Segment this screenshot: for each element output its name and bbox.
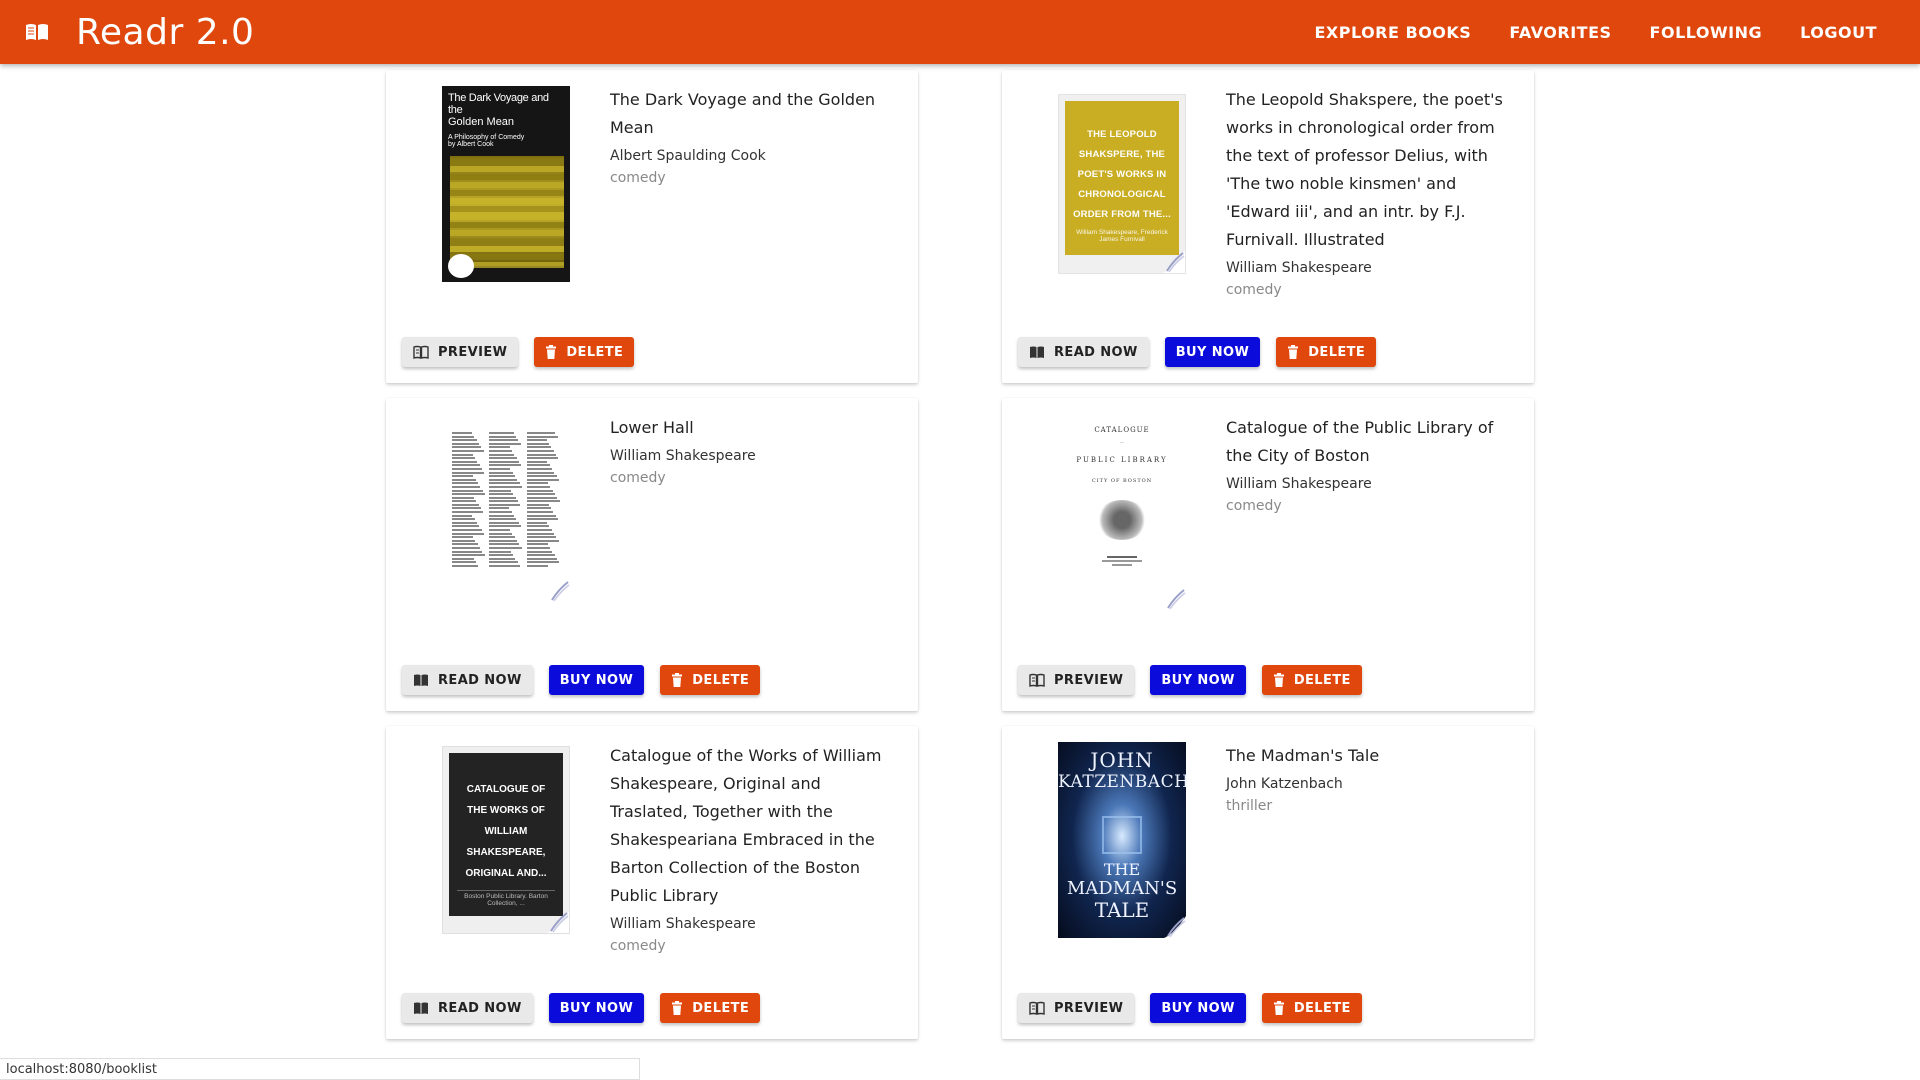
card-actions: PREVIEW DELETE	[402, 337, 635, 367]
page-curl-icon	[1164, 588, 1186, 610]
delete-button[interactable]: DELETE	[660, 665, 761, 695]
nav-favorites[interactable]: FAVORITES	[1490, 23, 1630, 42]
read-now-button[interactable]: READ NOW	[402, 993, 533, 1023]
button-label: DELETE	[692, 672, 750, 688]
book-cover[interactable]	[442, 422, 570, 602]
preview-button[interactable]: PREVIEW	[1018, 665, 1135, 695]
book-cover[interactable]: JOHN KATZENBACH THE MADMAN'S TALE	[1058, 742, 1189, 938]
button-label: DELETE	[1293, 672, 1351, 688]
browser-status-bar: localhost:8080/booklist	[0, 1058, 640, 1080]
button-label: READ NOW	[1054, 344, 1138, 360]
book-author: John Katzenbach	[1226, 776, 1343, 792]
trash-icon	[1273, 1001, 1285, 1015]
book-card: Lower Hall William Shakespeare comedy READ …	[386, 398, 918, 711]
book-cover[interactable]: THE LEOPOLD SHAKSPERE, THE POET'S WORKS …	[1058, 94, 1186, 274]
card-actions: READ NOW BUY NOW DELETE	[402, 993, 761, 1023]
book-genre: comedy	[610, 470, 666, 486]
page-curl-icon	[1163, 251, 1185, 273]
open-book-icon[interactable]	[24, 19, 50, 45]
buy-now-button[interactable]: BUY NOW	[1150, 993, 1246, 1023]
book-title[interactable]: Catalogue of the Works of William Shakes…	[610, 742, 898, 910]
book-author: William Shakespeare	[1226, 260, 1372, 276]
book-read-icon	[413, 673, 429, 687]
button-label: BUY NOW	[1161, 672, 1235, 688]
book-list: The Dark Voyage and the Golden Mean A Phil…	[386, 70, 1534, 1039]
book-genre: comedy	[610, 170, 666, 186]
book-card: THE LEOPOLD SHAKSPERE, THE POET'S WORKS …	[1002, 70, 1534, 383]
page-curl-icon	[547, 911, 569, 933]
book-preview-icon	[413, 345, 429, 359]
card-actions: PREVIEW BUY NOW DELETE	[1018, 993, 1362, 1023]
delete-button[interactable]: DELETE	[1261, 993, 1362, 1023]
status-url: localhost:8080/booklist	[6, 1062, 157, 1077]
book-card: The Dark Voyage and the Golden Mean A Phil…	[386, 70, 918, 383]
button-label: DELETE	[1308, 344, 1366, 360]
book-title[interactable]: The Leopold Shakspere, the poet's works …	[1226, 86, 1514, 254]
button-label: BUY NOW	[1175, 344, 1250, 360]
page-curl-icon	[548, 580, 570, 602]
book-genre: comedy	[1226, 498, 1282, 514]
page-curl-icon	[1164, 916, 1186, 938]
card-actions: PREVIEW BUY NOW DELETE	[1018, 665, 1362, 695]
buy-now-button[interactable]: BUY NOW	[1164, 337, 1261, 367]
book-preview-icon	[1029, 673, 1045, 687]
button-label: BUY NOW	[559, 1000, 634, 1016]
delete-button[interactable]: DELETE	[1276, 337, 1377, 367]
delete-button[interactable]: DELETE	[534, 337, 635, 367]
read-now-button[interactable]: READ NOW	[1018, 337, 1149, 367]
book-cover[interactable]: CATALOGUE — PUBLIC LIBRARY CITY OF BOSTON	[1058, 414, 1186, 610]
book-author: Albert Spaulding Cook	[610, 148, 766, 164]
app-title[interactable]: Readr 2.0	[76, 12, 254, 53]
trash-icon	[1273, 673, 1285, 687]
book-card: CATALOGUE — PUBLIC LIBRARY CITY OF BOSTON Ca…	[1002, 398, 1534, 711]
book-author: William Shakespeare	[1226, 476, 1372, 492]
read-now-button[interactable]: READ NOW	[402, 665, 533, 695]
trash-icon	[1287, 345, 1299, 359]
button-label: DELETE	[566, 344, 624, 360]
button-label: PREVIEW	[438, 344, 508, 360]
nav-following[interactable]: FOLLOWING	[1631, 23, 1782, 42]
book-title[interactable]: The Dark Voyage and the Golden Mean	[610, 86, 898, 142]
button-label: DELETE	[692, 1000, 750, 1016]
top-nav: EXPLORE BOOKS FAVORITES FOLLOWING LOGOUT	[1295, 23, 1896, 42]
nav-explore-books[interactable]: EXPLORE BOOKS	[1295, 23, 1490, 42]
button-label: BUY NOW	[559, 672, 634, 688]
trash-icon	[545, 345, 557, 359]
delete-button[interactable]: DELETE	[1261, 665, 1362, 695]
button-label: PREVIEW	[1054, 1000, 1124, 1016]
book-author: William Shakespeare	[610, 448, 756, 464]
book-title[interactable]: The Madman's Tale	[1226, 742, 1514, 770]
book-card: JOHN KATZENBACH THE MADMAN'S TALE The Madman'…	[1002, 726, 1534, 1039]
buy-now-button[interactable]: BUY NOW	[548, 665, 645, 695]
button-label: READ NOW	[438, 1000, 522, 1016]
button-label: PREVIEW	[1054, 672, 1124, 688]
book-cover[interactable]: The Dark Voyage and the Golden Mean A Phil…	[442, 86, 570, 282]
trash-icon	[671, 1001, 683, 1015]
book-author: William Shakespeare	[610, 916, 756, 932]
buy-now-button[interactable]: BUY NOW	[1150, 665, 1246, 695]
nav-logout[interactable]: LOGOUT	[1781, 23, 1896, 42]
book-preview-icon	[1029, 1001, 1045, 1015]
buy-now-button[interactable]: BUY NOW	[548, 993, 645, 1023]
preview-button[interactable]: PREVIEW	[1018, 993, 1135, 1023]
preview-button[interactable]: PREVIEW	[402, 337, 519, 367]
card-actions: READ NOW BUY NOW DELETE	[402, 665, 761, 695]
app-bar: Readr 2.0 EXPLORE BOOKS FAVORITES FOLLOW…	[0, 0, 1920, 64]
delete-button[interactable]: DELETE	[660, 993, 761, 1023]
book-title[interactable]: Catalogue of the Public Library of the C…	[1226, 414, 1514, 470]
button-label: DELETE	[1293, 1000, 1351, 1016]
book-read-icon	[413, 1001, 429, 1015]
book-genre: comedy	[1226, 282, 1282, 298]
card-actions: READ NOW BUY NOW DELETE	[1018, 337, 1377, 367]
button-label: READ NOW	[438, 672, 522, 688]
trash-icon	[671, 673, 683, 687]
button-label: BUY NOW	[1161, 1000, 1235, 1016]
book-genre: comedy	[610, 938, 666, 954]
book-genre: thriller	[1226, 798, 1273, 814]
book-cover[interactable]: CATALOGUE OF THE WORKS OF WILLIAM SHAKES…	[442, 746, 570, 934]
book-read-icon	[1029, 345, 1045, 359]
book-card: CATALOGUE OF THE WORKS OF WILLIAM SHAKES…	[386, 726, 918, 1039]
book-title[interactable]: Lower Hall	[610, 414, 898, 442]
